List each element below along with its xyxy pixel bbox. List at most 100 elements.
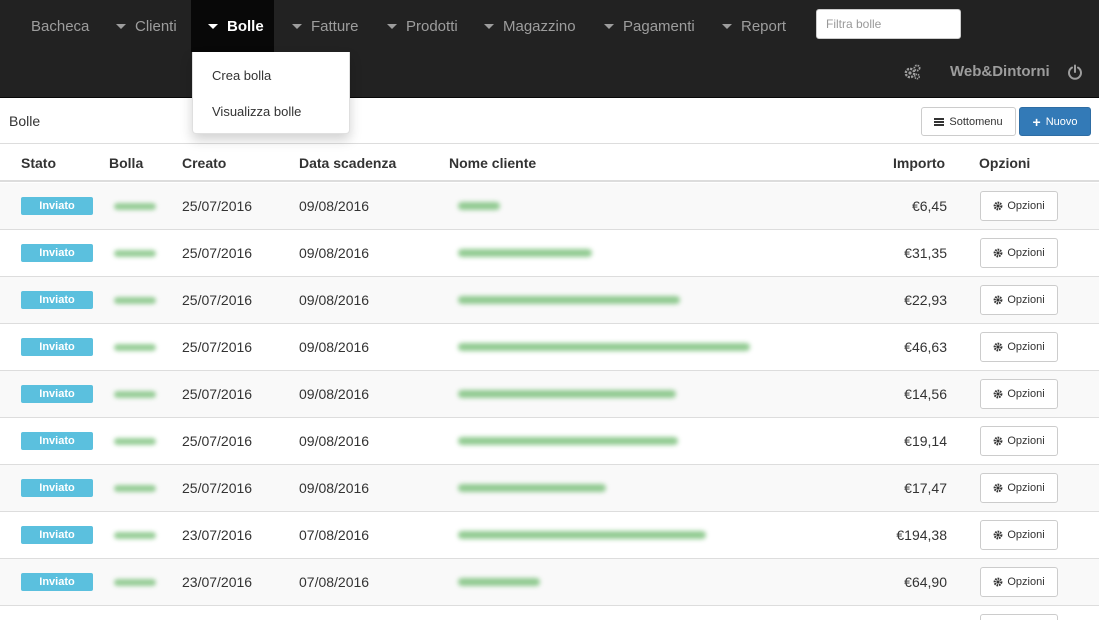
amount: €17,47 [904, 480, 947, 496]
caret-down-icon [484, 23, 494, 29]
due-date: 09/08/2016 [299, 480, 370, 496]
created-date: 25/07/2016 [182, 480, 253, 496]
nav-item-fatture[interactable]: Fatture [274, 0, 368, 52]
bolla-number-redacted [114, 344, 156, 351]
due-date: 09/08/2016 [299, 433, 370, 449]
amount: €31,35 [904, 245, 947, 261]
status-badge: Inviato [21, 385, 93, 403]
options-label: Opzioni [1007, 435, 1045, 447]
nav-item-report[interactable]: Report [706, 0, 796, 52]
cog-icon [993, 436, 1003, 446]
table-row[interactable]: Inviato 25/07/2016 09/08/2016 €31,35 Opz… [0, 230, 1099, 277]
client-name-redacted [458, 202, 500, 210]
amount: €64,90 [904, 574, 947, 590]
status-badge: Inviato [21, 244, 93, 262]
table-row[interactable]: Inviato 23/07/2016 07/08/2016 €64,90 Opz… [0, 559, 1099, 606]
power-icon[interactable] [1067, 64, 1083, 80]
client-name-redacted [458, 437, 678, 445]
options-button[interactable]: Opzioni [980, 332, 1058, 362]
col-opzioni: Opzioni [979, 155, 1031, 171]
bars-icon [934, 117, 945, 126]
col-creato[interactable]: Creato [182, 155, 226, 171]
options-button[interactable]: Opzioni [980, 473, 1058, 503]
options-label: Opzioni [1007, 341, 1045, 353]
nav-item-label: Pagamenti [623, 17, 695, 35]
nav-item-label: Magazzino [503, 17, 576, 35]
nav-item-label: Report [741, 17, 787, 35]
bolla-number-redacted [114, 485, 156, 492]
nav-item-magazzino[interactable]: Magazzino [471, 0, 588, 52]
col-bolla[interactable]: Bolla [109, 155, 143, 171]
table-row[interactable]: Inviato 25/07/2016 09/08/2016 €22,93 Opz… [0, 277, 1099, 324]
table-row[interactable]: Inviato 25/07/2016 09/08/2016 €14,56 Opz… [0, 371, 1099, 418]
cogs-icon[interactable] [903, 64, 921, 80]
table-header: Stato Bolla Creato Data scadenza Nome cl… [0, 144, 1099, 182]
col-data-scadenza[interactable]: Data scadenza [299, 155, 396, 171]
due-date: 07/08/2016 [299, 527, 370, 543]
nav-item-bacheca[interactable]: Bacheca [0, 0, 116, 52]
status-badge: Inviato [21, 197, 93, 215]
status-badge: Inviato [21, 479, 93, 497]
table-row[interactable]: Inviato 25/07/2016 09/08/2016 €46,63 Opz… [0, 324, 1099, 371]
company-name[interactable]: Web&Dintorni [950, 63, 1050, 80]
created-date: 23/07/2016 [182, 574, 253, 590]
nav-item-clienti[interactable]: Clienti [116, 0, 191, 52]
created-date: 25/07/2016 [182, 386, 253, 402]
bolla-number-redacted [114, 391, 156, 398]
main-menu: Bacheca Clienti Bolle Fatture Prodotti M… [0, 0, 796, 52]
amount: €19,14 [904, 433, 947, 449]
bolla-number-redacted [114, 532, 156, 539]
options-label: Opzioni [1007, 388, 1045, 400]
client-name-redacted [458, 484, 606, 492]
dropdown-item-view[interactable]: Visualizza bolle [212, 104, 301, 119]
table-row[interactable]: Inviato 25/07/2016 09/08/2016 €19,14 Opz… [0, 418, 1099, 465]
caret-down-icon [604, 23, 614, 29]
options-label: Opzioni [1007, 576, 1045, 588]
col-importo[interactable]: Importo [893, 155, 945, 171]
due-date: 09/08/2016 [299, 245, 370, 261]
options-button[interactable]: Opzioni [980, 285, 1058, 315]
submenu-button[interactable]: Sottomenu [921, 107, 1016, 136]
options-button[interactable]: Opzioni [980, 191, 1058, 221]
amount: €46,63 [904, 339, 947, 355]
status-badge: Inviato [21, 526, 93, 544]
bolla-number-redacted [114, 297, 156, 304]
created-date: 25/07/2016 [182, 292, 253, 308]
nav-item-pagamenti[interactable]: Pagamenti [588, 0, 706, 52]
bolla-number-redacted [114, 250, 156, 257]
nav-item-label: Fatture [311, 17, 359, 35]
options-button[interactable]: Opzioni [980, 567, 1058, 597]
due-date: 09/08/2016 [299, 198, 370, 214]
table-row[interactable] [0, 606, 1099, 620]
filter-input[interactable] [816, 9, 961, 39]
cog-icon [993, 295, 1003, 305]
options-label: Opzioni [1007, 200, 1045, 212]
new-button[interactable]: + Nuovo [1019, 107, 1091, 136]
due-date: 09/08/2016 [299, 339, 370, 355]
created-date: 25/07/2016 [182, 245, 253, 261]
status-badge: Inviato [21, 432, 93, 450]
options-button[interactable]: Opzioni [980, 520, 1058, 550]
plus-icon: + [1032, 113, 1041, 130]
dropdown-item-create[interactable]: Crea bolla [212, 68, 271, 83]
nav-item-bolle[interactable]: Bolle [191, 0, 274, 52]
options-button[interactable]: Opzioni [980, 426, 1058, 456]
options-button[interactable]: Opzioni [980, 238, 1058, 268]
caret-down-icon [722, 23, 732, 29]
amount: €6,45 [911, 198, 947, 214]
options-button[interactable] [980, 614, 1058, 620]
options-button[interactable]: Opzioni [980, 379, 1058, 409]
bolle-dropdown-menu: Crea bolla Visualizza bolle [192, 52, 350, 134]
nav-item-prodotti[interactable]: Prodotti [368, 0, 471, 52]
nav-item-label: Bolle [227, 17, 264, 35]
table-row[interactable]: Inviato 25/07/2016 09/08/2016 €6,45 Opzi… [0, 183, 1099, 230]
col-nome-cliente[interactable]: Nome cliente [449, 155, 536, 171]
bolla-number-redacted [114, 438, 156, 445]
table-row[interactable]: Inviato 23/07/2016 07/08/2016 €194,38 Op… [0, 512, 1099, 559]
bolla-number-redacted [114, 579, 156, 586]
nav-item-label: Prodotti [406, 17, 458, 35]
table-row[interactable]: Inviato 25/07/2016 09/08/2016 €17,47 Opz… [0, 465, 1099, 512]
cog-icon [993, 201, 1003, 211]
col-stato[interactable]: Stato [21, 155, 56, 171]
caret-down-icon [292, 23, 302, 29]
